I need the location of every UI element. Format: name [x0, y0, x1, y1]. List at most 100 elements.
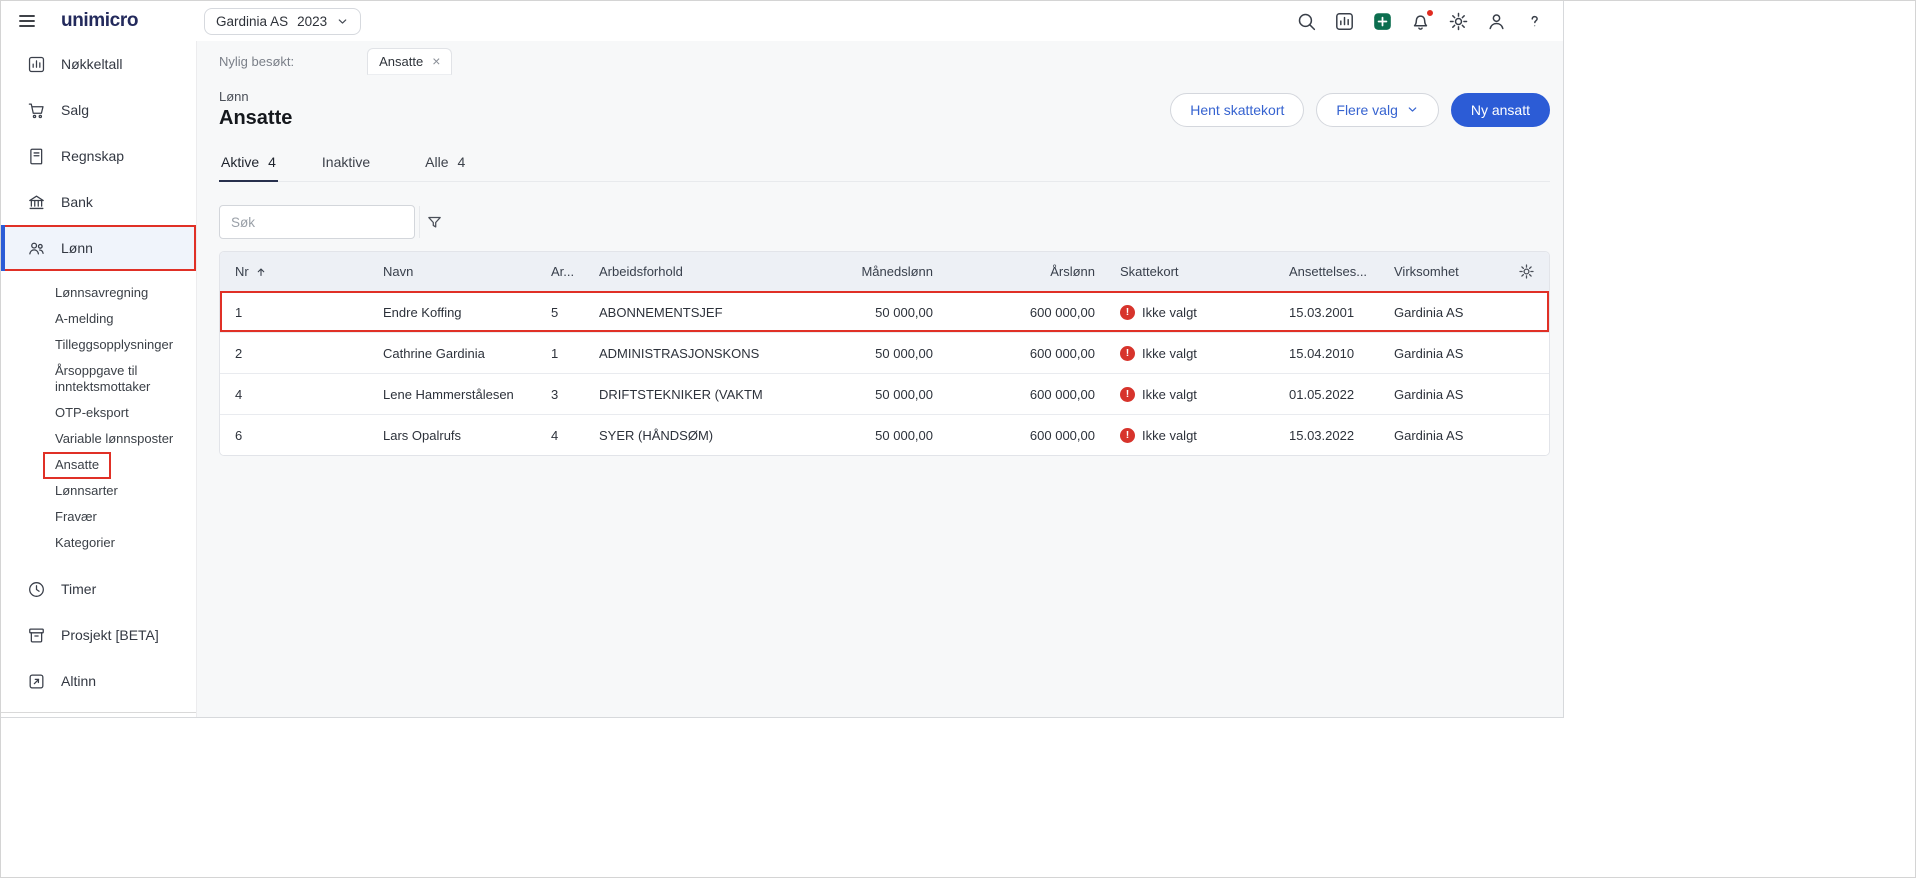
flere-valg-button[interactable]: Flere valg — [1316, 92, 1439, 127]
main-content: Nylig besøkt: Ansatte × Lønn Ansatte Hen… — [197, 41, 1563, 717]
subnav-arsoppgave[interactable]: Årsoppgave til inntektsmottaker — [1, 358, 196, 400]
skattekort-status: Ikke valgt — [1142, 345, 1197, 361]
clock-icon — [29, 581, 44, 597]
bank-icon — [29, 195, 44, 209]
sidebar-item-label: Regnskap — [61, 148, 125, 164]
notification-badge — [1426, 8, 1434, 17]
chevron-down-icon — [1408, 107, 1417, 112]
settings-gear-icon[interactable] — [1446, 9, 1471, 34]
notifications-bell-icon[interactable] — [1408, 8, 1434, 34]
alert-icon: ! — [1120, 304, 1135, 320]
search-input[interactable] — [220, 206, 419, 238]
unimicro-logo: unimicro — [61, 10, 139, 31]
header-actions: Hent skattekort Flere valg Ny ansatt — [1170, 92, 1550, 127]
sidebar-item-prosjekt[interactable]: Prosjekt [BETA] — [1, 612, 196, 658]
company-name: Gardinia AS — [216, 13, 289, 29]
sidebar-item-label: Prosjekt [BETA] — [61, 627, 159, 643]
user-profile-icon[interactable] — [1484, 9, 1509, 34]
employees-table: Nr Navn Ar... Arbeidsforhold Månedslønn … — [219, 251, 1550, 456]
table-row[interactable]: 4 Lene Hammerstålesen 3 DRIFTSTEKNIKER (… — [220, 373, 1549, 414]
help-icon[interactable] — [1522, 9, 1547, 34]
subnav-a-melding[interactable]: A-melding — [1, 306, 196, 332]
col-header-arslonn[interactable]: Årslønn — [941, 264, 1103, 279]
alert-icon: ! — [1120, 427, 1135, 443]
col-header-ansettelses[interactable]: Ansettelses... — [1281, 264, 1386, 279]
chevron-down-icon — [338, 18, 347, 24]
recently-visited-label: Nylig besøkt: — [219, 54, 295, 69]
lonn-submenu: Lønnsavregning A-melding Tilleggsopplysn… — [1, 271, 196, 566]
sidebar-item-label: Salg — [61, 102, 90, 118]
subnav-tilleggsopplysninger[interactable]: Tilleggsopplysninger — [1, 332, 196, 358]
reports-icon[interactable] — [1332, 9, 1357, 34]
col-header-navn[interactable]: Navn — [375, 264, 543, 279]
sidebar-item-label: Lønn — [61, 240, 93, 256]
col-header-virksomhet[interactable]: Virksomhet — [1386, 264, 1514, 279]
column-settings-gear-icon[interactable] — [1516, 261, 1537, 282]
subnav-fravar[interactable]: Fravær — [1, 504, 196, 530]
table-row[interactable]: 2 Cathrine Gardinia 1 ADMINISTRASJONSKON… — [220, 332, 1549, 373]
tab-count: 4 — [457, 154, 466, 170]
page-title: Ansatte — [219, 107, 293, 129]
subnav-lonnsavregning[interactable]: Lønnsavregning — [1, 280, 196, 306]
subnav-ansatte[interactable]: Ansatte — [1, 452, 196, 479]
sidebar-item-label: Bank — [61, 194, 93, 210]
table-row[interactable]: 1 Endre Koffing 5 ABONNEMENTSJEF 50 000,… — [220, 291, 1549, 332]
search-group — [219, 205, 441, 239]
alert-icon: ! — [1120, 386, 1135, 402]
sidebar-item-lonn[interactable]: Lønn — [1, 225, 196, 271]
people-icon — [29, 242, 44, 255]
tab-aktive[interactable]: Aktive 4 — [219, 154, 278, 182]
cart-icon — [28, 103, 44, 118]
close-icon[interactable]: × — [432, 54, 440, 68]
sidebar-item-nokkeltall[interactable]: Nøkkeltall — [1, 41, 196, 87]
table-toolbar — [197, 182, 1563, 239]
subnav-otp-eksport[interactable]: OTP-eksport — [1, 400, 196, 426]
col-header-skattekort[interactable]: Skattekort — [1103, 264, 1281, 279]
sidebar-item-label: Nøkkeltall — [61, 56, 123, 72]
tab-count: 4 — [268, 154, 276, 170]
table-header-row: Nr Navn Ar... Arbeidsforhold Månedslønn … — [220, 252, 1549, 291]
subnav-kategorier[interactable]: Kategorier — [1, 530, 196, 556]
sort-ascending-icon — [257, 267, 265, 276]
skattekort-status: Ikke valgt — [1142, 386, 1197, 402]
col-header-ar[interactable]: Ar... — [543, 264, 591, 279]
filter-icon[interactable] — [419, 206, 449, 238]
screen: { "topbar": { "logo": "unimicro", "compa… — [0, 0, 1916, 878]
recent-tab-ansatte[interactable]: Ansatte × — [367, 48, 453, 75]
sidebar-item-regnskap[interactable]: Regnskap — [1, 133, 196, 179]
company-selector[interactable]: Gardinia AS 2023 — [204, 7, 362, 35]
sidebar-item-label: Altinn — [61, 673, 97, 689]
skattekort-status: Ikke valgt — [1142, 304, 1197, 320]
page-header: Lønn Ansatte Hent skattekort Flere valg … — [197, 75, 1563, 130]
project-box-icon — [29, 628, 44, 642]
sidebar-item-bank[interactable]: Bank — [1, 179, 196, 225]
topbar-actions — [1294, 8, 1547, 34]
key-figures-icon — [28, 56, 45, 72]
sidebar-item-label: Timer — [61, 581, 97, 597]
sidebar: Nøkkeltall Salg Regnskap Bank Lønn Lønns… — [1, 41, 197, 717]
breadcrumb: Lønn — [219, 89, 249, 104]
hent-skattekort-button[interactable]: Hent skattekort — [1170, 92, 1305, 127]
col-header-arbeidsforhold[interactable]: Arbeidsforhold — [591, 264, 829, 279]
sidebar-item-timer[interactable]: Timer — [1, 566, 196, 612]
col-header-manedslonn[interactable]: Månedslønn — [829, 264, 941, 279]
altinn-icon — [29, 674, 44, 688]
title-block: Lønn Ansatte — [219, 89, 292, 130]
ledger-icon — [30, 148, 43, 164]
search-icon[interactable] — [1294, 9, 1319, 34]
sidebar-item-salg[interactable]: Salg — [1, 87, 196, 133]
hamburger-menu-icon[interactable] — [15, 9, 39, 33]
tab-alle[interactable]: Alle 4 — [423, 154, 467, 181]
table-row[interactable]: 6 Lars Opalrufs 4 SYER (HÅNDSØM) 50 000,… — [220, 414, 1549, 455]
subnav-variable-lonnsposter[interactable]: Variable lønnsposter — [1, 426, 196, 452]
recent-tab-label: Ansatte — [379, 54, 424, 69]
alert-icon: ! — [1120, 345, 1135, 361]
subnav-lonnsarter[interactable]: Lønnsarter — [1, 478, 196, 504]
ny-ansatt-button[interactable]: Ny ansatt — [1450, 92, 1550, 127]
employee-status-tabs: Aktive 4 Inaktive Alle 4 — [219, 154, 1550, 182]
sidebar-item-altinn[interactable]: Altinn — [1, 658, 196, 704]
tab-inaktive[interactable]: Inaktive — [320, 154, 381, 181]
sidebar-footer-divider — [1, 712, 196, 713]
col-header-nr[interactable]: Nr — [220, 264, 375, 279]
quick-create-icon[interactable] — [1370, 9, 1395, 34]
